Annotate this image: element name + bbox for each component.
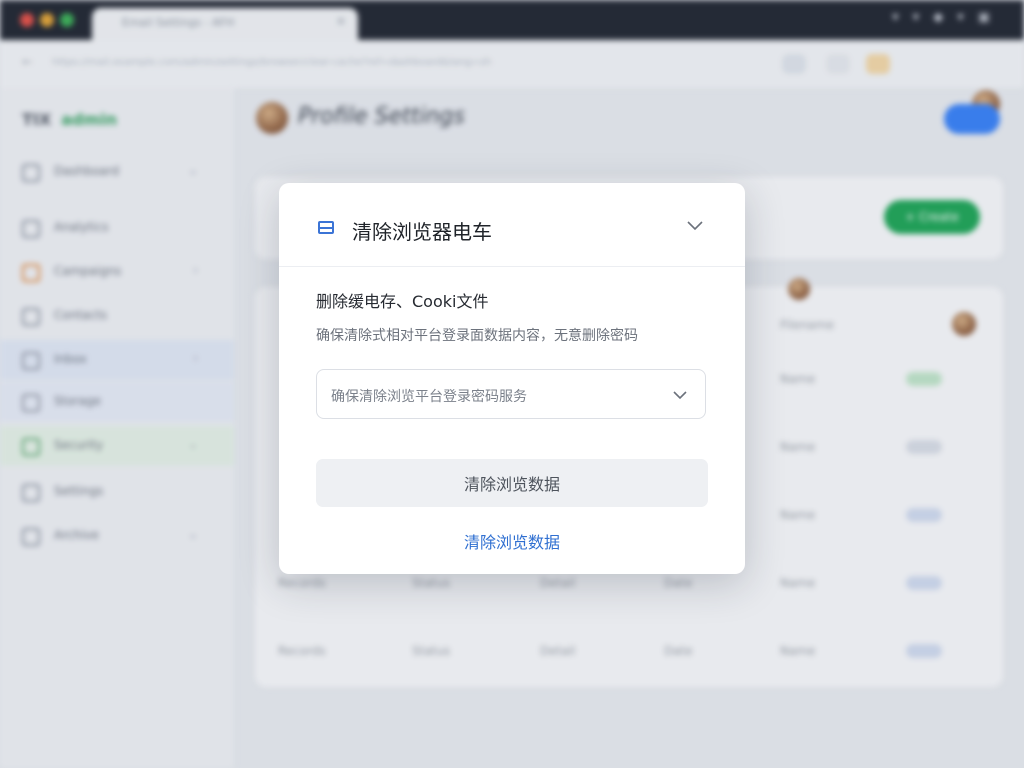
chevron-down-icon <box>671 386 689 408</box>
modal-subtitle: 删除缓电存、Cooki文件 <box>316 292 489 311</box>
clear-browsing-data-button[interactable]: 清除浏览数据 <box>316 459 708 507</box>
collapse-chevron-icon[interactable] <box>684 216 706 236</box>
data-scope-select[interactable]: 确保清除浏览平台登录密码服务 <box>316 369 706 419</box>
select-value: 确保清除浏览平台登录密码服务 <box>331 389 527 405</box>
browser-window-icon <box>318 221 334 234</box>
modal-description: 确保清除式相对平台登录面数据内容，无意删除密码 <box>316 328 638 344</box>
clear-browsing-data-link[interactable]: 清除浏览数据 <box>279 529 745 553</box>
modal-title: 清除浏览器电车 <box>352 220 492 244</box>
clear-browser-data-modal: 清除浏览器电车 删除缓电存、Cooki文件 确保清除式相对平台登录面数据内容，无… <box>279 183 745 574</box>
modal-header: 清除浏览器电车 <box>279 183 745 267</box>
